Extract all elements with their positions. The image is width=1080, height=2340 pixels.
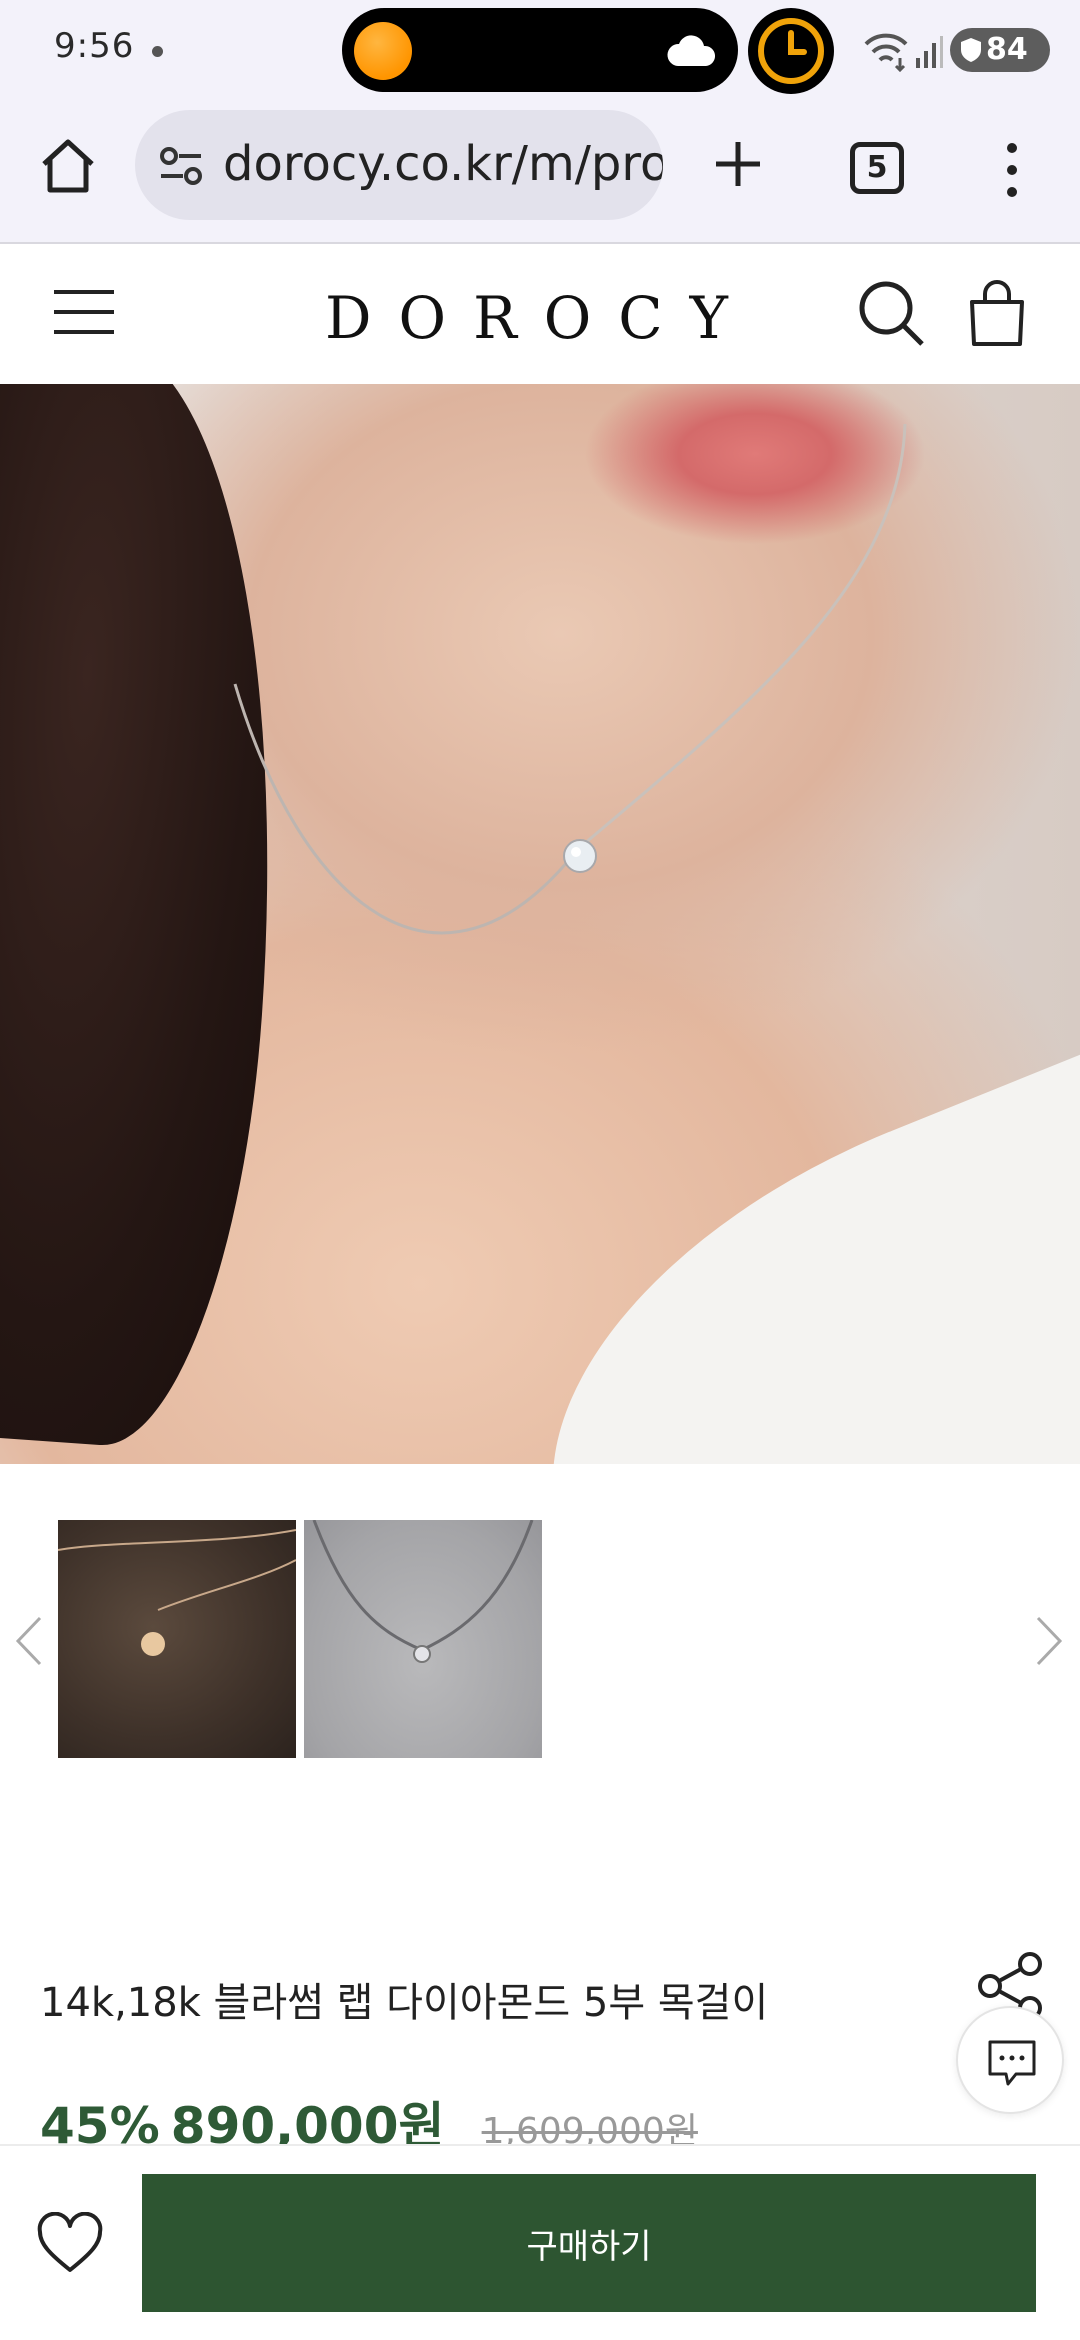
thumbnail-gallery: [0, 1464, 1080, 1824]
timer-icon: [748, 8, 834, 94]
signal-icon: [916, 36, 943, 68]
more-vert-icon[interactable]: [1000, 138, 1024, 202]
plus-icon[interactable]: [706, 132, 770, 196]
bottom-purchase-bar: 구매하기: [0, 2144, 1080, 2340]
tune-icon[interactable]: [157, 144, 205, 188]
chat-button[interactable]: [956, 2006, 1064, 2114]
battery-level: 84: [986, 32, 1028, 67]
search-icon[interactable]: [856, 278, 926, 348]
thumbnail-1[interactable]: [58, 1520, 296, 1758]
product-main-image[interactable]: [0, 384, 1080, 1464]
tab-switcher-button[interactable]: 5: [850, 142, 904, 194]
shopping-bag-icon[interactable]: [966, 278, 1028, 348]
hamburger-icon[interactable]: [52, 284, 116, 340]
address-bar[interactable]: dorocy.co.kr/m/pro: [135, 110, 663, 220]
site-header: DOROCY: [0, 244, 1080, 384]
url-text: dorocy.co.kr/m/pro: [223, 136, 663, 192]
chevron-left-icon[interactable]: [14, 1614, 44, 1668]
heart-icon[interactable]: [36, 2212, 104, 2276]
cloud-icon: [667, 35, 716, 66]
home-icon[interactable]: [36, 134, 100, 198]
battery-indicator: 84: [950, 28, 1050, 72]
buy-button[interactable]: 구매하기: [142, 2174, 1036, 2312]
status-time: 9:56: [54, 26, 135, 66]
notification-dot: [152, 46, 163, 57]
wifi-icon: [864, 33, 908, 72]
status-bar: 9:56 84: [0, 0, 1080, 110]
dynamic-island: [342, 8, 738, 92]
chevron-right-icon[interactable]: [1034, 1614, 1064, 1668]
chat-icon: [988, 2040, 1036, 2086]
thumbnail-2[interactable]: [304, 1520, 542, 1758]
media-icon: [354, 22, 412, 80]
tab-count: 5: [866, 150, 888, 185]
shield-icon: [961, 38, 981, 62]
browser-toolbar: dorocy.co.kr/m/pro 5: [0, 110, 1080, 242]
necklace-chain: [233, 423, 907, 935]
product-title: 14k,18k 블라썸 랩 다이아몬드 5부 목걸이: [40, 1980, 769, 2026]
site-logo[interactable]: DOROCY: [300, 284, 780, 352]
